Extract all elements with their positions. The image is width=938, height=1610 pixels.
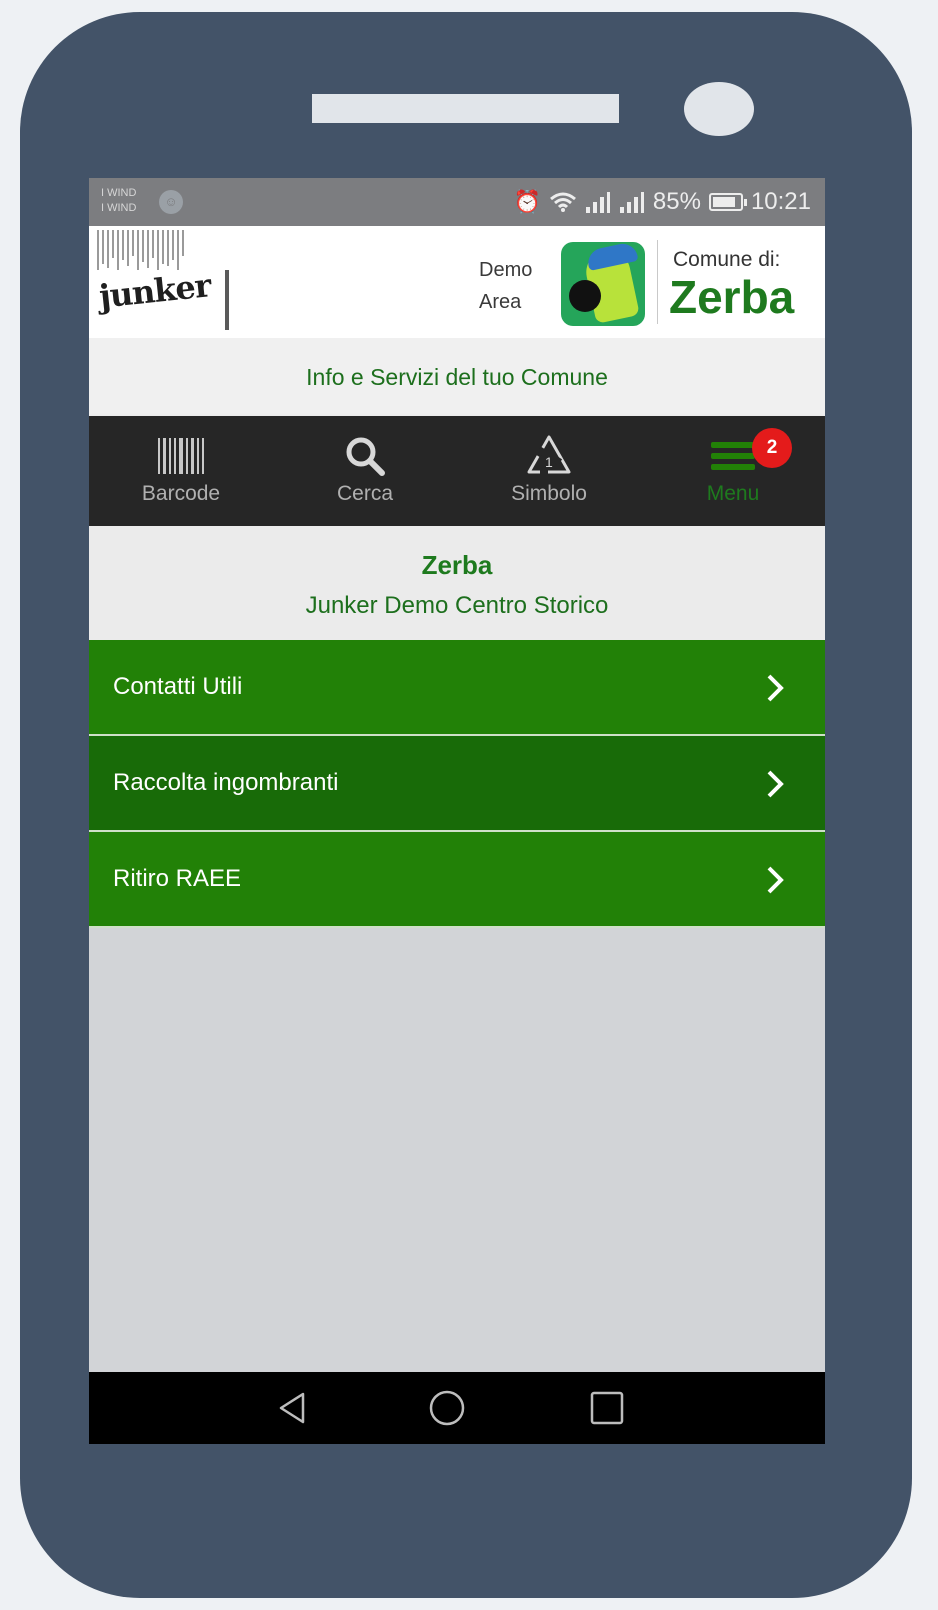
signal-icon: [619, 192, 644, 213]
demo-line-1: Demo: [479, 259, 533, 281]
battery-percent: 85%: [652, 188, 701, 215]
chevron-right-icon: [767, 866, 784, 894]
location-header: Zerba Junker Demo Centro Storico: [89, 526, 825, 640]
tab-bar: Barcode Cerca 1 Simbolo 2 Menu: [89, 416, 825, 526]
tab-search-label: Cerca: [336, 482, 394, 505]
wifi-icon: [549, 192, 576, 212]
phone-camera: [684, 82, 754, 136]
comune-name: Zerba: [669, 271, 795, 323]
menu-item-contatti-utili[interactable]: Contatti Utili: [89, 640, 825, 736]
status-indicators: ⏰ 85% 10:21: [513, 188, 811, 216]
tab-barcode[interactable]: Barcode: [89, 416, 273, 526]
chevron-right-icon: [767, 674, 784, 702]
chevron-right-icon: [767, 770, 784, 798]
tab-search[interactable]: Cerca: [273, 416, 457, 526]
svg-text:1: 1: [545, 454, 553, 470]
carrier-info: I WIND I WIND: [101, 186, 136, 216]
tab-menu-label: Menu: [706, 482, 760, 505]
header-divider: [657, 240, 658, 324]
junker-logo: junker: [97, 230, 229, 334]
alarm-icon: ⏰: [513, 189, 541, 214]
notification-badge: 2: [752, 428, 792, 468]
carrier-line-1: I WIND: [101, 187, 137, 199]
status-bar: I WIND I WIND ☺ ⏰ 85% 10:21: [89, 178, 825, 226]
android-navigation-bar: [89, 1372, 825, 1444]
home-icon[interactable]: [429, 1390, 465, 1426]
demo-line-2: Area: [479, 291, 522, 313]
app-screen: I WIND I WIND ☺ ⏰ 85% 10:21 junker Demo …: [89, 178, 825, 1444]
menu-item-label: Contatti Utili: [113, 673, 243, 700]
location-city: Zerba: [421, 550, 493, 580]
menu-item-label: Ritiro RAEE: [113, 865, 242, 892]
app-header: junker Demo Area Comune di: Zerba: [89, 226, 825, 338]
android-notification-icon: ☺: [159, 190, 183, 214]
back-icon[interactable]: [275, 1390, 311, 1426]
menu-item-ritiro-raee[interactable]: Ritiro RAEE: [89, 832, 825, 928]
demo-area-label: Demo Area: [479, 254, 559, 318]
tab-barcode-label: Barcode: [141, 482, 221, 505]
tab-symbol-label: Simbolo: [511, 482, 587, 505]
clock: 10:21: [750, 188, 811, 215]
recent-apps-icon[interactable]: [589, 1390, 625, 1426]
signal-icon: [585, 192, 610, 213]
menu-icon: [641, 434, 825, 478]
battery-icon: [708, 193, 747, 211]
recycle-symbol-icon: 1: [457, 434, 641, 478]
menu-item-label: Raccolta ingombranti: [113, 769, 339, 796]
barcode-icon: [89, 434, 273, 478]
location-area: Junker Demo Centro Storico: [305, 592, 609, 619]
subtitle-banner: Info e Servizi del tuo Comune: [89, 338, 825, 416]
search-icon: [273, 434, 457, 478]
demo-mascot-logo: [561, 242, 645, 326]
carrier-line-2: I WIND: [101, 202, 137, 214]
logo-stroke: [225, 270, 229, 330]
tab-menu[interactable]: 2 Menu: [641, 416, 825, 526]
menu-item-raccolta-ingombranti[interactable]: Raccolta ingombranti: [89, 736, 825, 832]
phone-speaker: [312, 94, 619, 123]
tab-symbol[interactable]: 1 Simbolo: [457, 416, 641, 526]
comune-label: Comune di:: [673, 248, 781, 271]
services-menu-list: Contatti Utili Raccolta ingombranti Riti…: [89, 640, 825, 928]
